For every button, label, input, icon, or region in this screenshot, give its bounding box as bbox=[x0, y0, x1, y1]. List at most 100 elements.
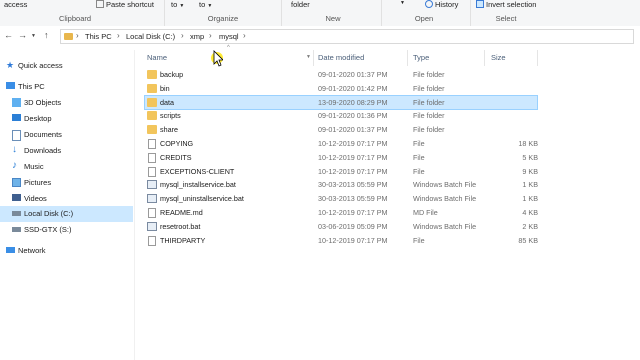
file-date-modified: 30-03-2013 05:59 PM bbox=[318, 180, 388, 190]
mouse-cursor-icon bbox=[211, 50, 223, 67]
file-row-copying[interactable]: COPYING 10-12-2019 07:17 PM File 18 KB bbox=[145, 137, 538, 150]
file-row-mysql-uninstallservice-bat[interactable]: mysql_uninstallservice.bat 30-03-2013 05:… bbox=[145, 192, 538, 205]
drive-icon bbox=[12, 227, 21, 232]
nav-item-label: Documents bbox=[24, 130, 62, 139]
chevron-down-icon: ▼ bbox=[400, 0, 405, 6]
file-row-thirdparty[interactable]: THIRDPARTY 10-12-2019 07:17 PM File 85 KB bbox=[145, 234, 538, 247]
copy-to-button[interactable]: to ▼ bbox=[199, 0, 212, 9]
file-type: File bbox=[413, 139, 425, 148]
file-date-modified: 30-03-2013 05:59 PM bbox=[318, 194, 388, 204]
computer-icon bbox=[6, 82, 15, 89]
column-header-type[interactable]: Type bbox=[413, 53, 429, 62]
file-row-mysql-installservice-bat[interactable]: mysql_installservice.bat 30-03-2013 05:59… bbox=[145, 178, 538, 191]
nav-item-pictures[interactable]: Pictures bbox=[0, 175, 133, 191]
nav-item-local-disk[interactable]: Local Disk (C:) bbox=[0, 206, 133, 222]
desktop-icon bbox=[12, 114, 21, 121]
file-icon bbox=[148, 235, 156, 246]
file-type: File folder bbox=[413, 111, 445, 121]
column-divider[interactable] bbox=[313, 50, 314, 66]
nav-item-downloads[interactable]: ↓ Downloads bbox=[0, 143, 133, 159]
download-icon: ↓ bbox=[12, 144, 17, 155]
new-folder-button[interactable]: folder bbox=[291, 0, 310, 9]
file-icon bbox=[148, 166, 156, 177]
paste-shortcut-button[interactable]: Paste shortcut bbox=[96, 0, 154, 9]
breadcrumb-this-pc[interactable]: This PC bbox=[85, 32, 112, 41]
invert-selection-button[interactable]: Invert selection bbox=[476, 0, 536, 9]
history-button[interactable]: History bbox=[425, 0, 458, 9]
file-row-data[interactable]: data 13-09-2020 08:29 PM File folder bbox=[144, 94, 538, 110]
nav-item-documents[interactable]: Documents bbox=[0, 127, 133, 143]
file-row-share[interactable]: share 09-01-2020 01:37 PM File folder bbox=[145, 123, 537, 136]
chevron-down-icon[interactable]: ▼ bbox=[306, 54, 311, 60]
up-arrow-icon[interactable]: ↑ bbox=[44, 30, 49, 40]
nav-item-music[interactable]: ♪ Music bbox=[0, 159, 133, 175]
breadcrumb-xmp[interactable]: xmp bbox=[190, 32, 204, 41]
column-header-size[interactable]: Size bbox=[491, 53, 506, 62]
access-button[interactable]: access bbox=[4, 0, 27, 9]
back-arrow-icon[interactable]: ← bbox=[4, 30, 13, 40]
file-type: File bbox=[413, 152, 425, 162]
file-icon bbox=[148, 139, 156, 149]
file-row-backup[interactable]: backup 09-01-2020 01:37 PM File folder bbox=[145, 68, 537, 81]
file-name: mysql_uninstallservice.bat bbox=[160, 194, 244, 204]
nav-item-quick-access[interactable]: ★ Quick access bbox=[0, 58, 133, 74]
file-date-modified: 09-01-2020 01:42 PM bbox=[318, 83, 388, 93]
nav-item-videos[interactable]: Videos bbox=[0, 191, 133, 207]
file-name: CREDITS bbox=[160, 152, 192, 162]
file-name: backup bbox=[160, 70, 184, 79]
invert-selection-icon bbox=[476, 0, 484, 8]
column-header-date[interactable]: Date modified bbox=[318, 53, 364, 62]
file-row-exceptions-client[interactable]: EXCEPTIONS-CLIENT 10-12-2019 07:17 PM File… bbox=[145, 165, 538, 178]
file-size: 1 KB bbox=[522, 194, 538, 204]
breadcrumb-local-disk[interactable]: Local Disk (C:) bbox=[126, 32, 175, 41]
nav-item-label: Music bbox=[24, 162, 44, 171]
file-list: Name ^ ▼ Date modified Type Size backup 0… bbox=[140, 45, 640, 360]
address-bar[interactable]: › This PC › Local Disk (C:) › xmp › mysq… bbox=[60, 29, 634, 44]
nav-item-network[interactable]: Network bbox=[0, 243, 133, 259]
move-to-button[interactable]: to ▼ bbox=[171, 0, 184, 9]
file-icon bbox=[148, 208, 156, 218]
breadcrumb-mysql[interactable]: mysql bbox=[219, 32, 239, 41]
file-type: File bbox=[413, 166, 425, 176]
file-size: 18 KB bbox=[518, 139, 538, 148]
file-size: 85 KB bbox=[518, 235, 538, 245]
file-row-resetroot-bat[interactable]: resetroot.bat 03-06-2019 05:09 PM Windows … bbox=[145, 220, 538, 233]
column-header-name[interactable]: Name bbox=[147, 53, 167, 62]
file-size: 2 KB bbox=[522, 221, 538, 231]
folder-icon bbox=[147, 97, 157, 107]
chevron-right-icon: › bbox=[181, 31, 184, 40]
file-row-bin[interactable]: bin 09-01-2020 01:42 PM File folder bbox=[145, 82, 537, 95]
column-divider[interactable] bbox=[484, 50, 485, 66]
file-row-readme-md[interactable]: README.md 10-12-2019 07:17 PM MD File 4 KB bbox=[145, 206, 538, 219]
file-type: Windows Batch File bbox=[413, 221, 477, 231]
recent-locations-icon[interactable]: ▼ bbox=[31, 33, 36, 39]
nav-item-label: Local Disk (C:) bbox=[24, 209, 74, 218]
batch-file-icon bbox=[147, 221, 157, 231]
forward-arrow-icon[interactable]: → bbox=[18, 30, 27, 40]
history-icon bbox=[425, 0, 433, 8]
file-type: Windows Batch File bbox=[413, 180, 477, 190]
nav-item-label: 3D Objects bbox=[24, 98, 62, 107]
file-date-modified: 13-09-2020 08:29 PM bbox=[318, 97, 388, 107]
chevron-right-icon: › bbox=[76, 31, 79, 40]
folder-icon bbox=[147, 70, 157, 79]
nav-item-this-pc[interactable]: This PC bbox=[0, 79, 133, 95]
history-label: History bbox=[435, 0, 459, 9]
ribbon-divider bbox=[281, 0, 282, 26]
move-to-label: to bbox=[171, 0, 178, 9]
copy-to-label: to bbox=[199, 0, 206, 9]
file-name: bin bbox=[160, 83, 170, 93]
file-date-modified: 09-01-2020 01:37 PM bbox=[318, 70, 388, 79]
nav-item-ssd-gtx[interactable]: SSD-GTX (S:) bbox=[0, 222, 133, 238]
column-divider[interactable] bbox=[537, 50, 538, 66]
nav-item-3d-objects[interactable]: 3D Objects bbox=[0, 95, 133, 111]
music-icon: ♪ bbox=[12, 160, 17, 171]
column-divider[interactable] bbox=[407, 50, 408, 66]
nav-item-desktop[interactable]: Desktop bbox=[0, 111, 133, 127]
nav-item-label: Downloads bbox=[24, 146, 62, 155]
file-date-modified: 09-01-2020 01:37 PM bbox=[318, 125, 388, 135]
file-row-credits[interactable]: CREDITS 10-12-2019 07:17 PM File 5 KB bbox=[145, 151, 538, 164]
file-row-scripts[interactable]: scripts 09-01-2020 01:36 PM File folder bbox=[145, 109, 537, 122]
file-type: MD File bbox=[413, 208, 438, 217]
organize-group-label: Organize bbox=[207, 14, 239, 23]
